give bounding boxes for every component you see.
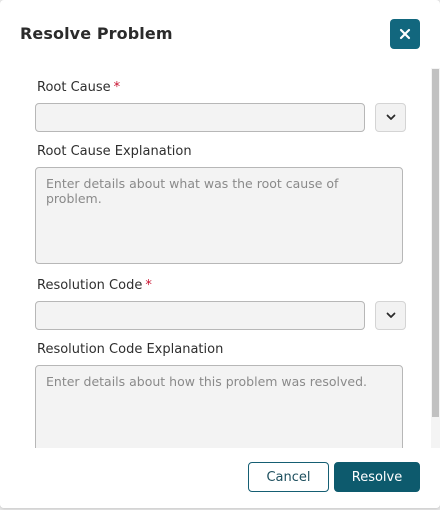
root-cause-select[interactable] <box>35 103 365 132</box>
required-marker: * <box>113 80 121 95</box>
close-icon <box>399 28 411 40</box>
root-cause-explanation-label: Root Cause Explanation <box>37 144 192 159</box>
resolution-code-explanation-textarea[interactable] <box>35 365 403 448</box>
resolution-code-label: Resolution Code * <box>37 278 152 293</box>
resolution-code-explanation-label: Resolution Code Explanation <box>37 342 224 357</box>
dialog-title: Resolve Problem <box>20 24 173 43</box>
chevron-down-icon <box>386 312 395 318</box>
root-cause-label: Root Cause * <box>37 80 120 95</box>
required-marker: * <box>145 278 152 293</box>
root-cause-dropdown-toggle[interactable] <box>375 103 406 132</box>
dialog-body[interactable]: Root Cause* Root Cause Explanation Resol… <box>0 68 440 448</box>
resolution-code-select[interactable] <box>35 301 365 330</box>
scrollbar-thumb[interactable] <box>432 69 439 417</box>
scrollbar[interactable] <box>431 68 440 448</box>
root-cause-explanation-textarea[interactable] <box>35 167 403 264</box>
dialog-footer: Cancel Resolve <box>0 448 440 508</box>
resolution-code-dropdown-toggle[interactable] <box>375 301 406 330</box>
root-cause-label-text: Root Cause <box>37 80 111 95</box>
resolve-problem-dialog: Resolve Problem Root Cause * Root Cause E… <box>0 0 440 508</box>
resolution-code-label-text: Resolution Code <box>37 278 143 293</box>
close-button[interactable] <box>390 19 420 49</box>
resolve-button[interactable]: Resolve <box>334 462 420 492</box>
chevron-down-icon <box>386 114 395 120</box>
cancel-button[interactable]: Cancel <box>248 462 329 492</box>
